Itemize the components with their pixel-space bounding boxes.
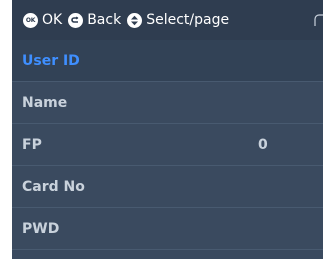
hint-back: Back	[68, 12, 121, 28]
device-screen: OK OK Back Select/page User ID Name FP 0…	[12, 0, 323, 259]
hint-ok: OK OK	[23, 12, 62, 28]
menu-item-pwd[interactable]: PWD	[12, 208, 323, 250]
menu-item-label: FP	[22, 137, 42, 153]
hint-back-label: Back	[87, 12, 122, 28]
menu-item-label: Name	[22, 95, 68, 111]
menu-item-label: PWD	[22, 221, 60, 237]
menu-item-card-no[interactable]: Card No	[12, 166, 323, 208]
menu-item-name[interactable]: Name	[12, 82, 323, 124]
hint-ok-label: OK	[42, 12, 63, 28]
hint-select: Select/page	[127, 12, 229, 28]
menu-item-fp[interactable]: FP 0	[12, 124, 323, 166]
hint-select-label: Select/page	[146, 12, 230, 28]
ok-key-icon: OK	[23, 12, 38, 28]
edit-icon	[312, 13, 323, 27]
menu-item-user-id[interactable]: User ID	[12, 40, 323, 82]
updown-key-icon	[127, 12, 143, 28]
menu-item-value: 0	[258, 137, 268, 153]
hint-bar: OK OK Back Select/page	[12, 0, 323, 40]
menu-item-label: Card No	[22, 179, 85, 195]
menu-item-label: User ID	[22, 53, 80, 69]
back-key-icon	[68, 12, 84, 28]
